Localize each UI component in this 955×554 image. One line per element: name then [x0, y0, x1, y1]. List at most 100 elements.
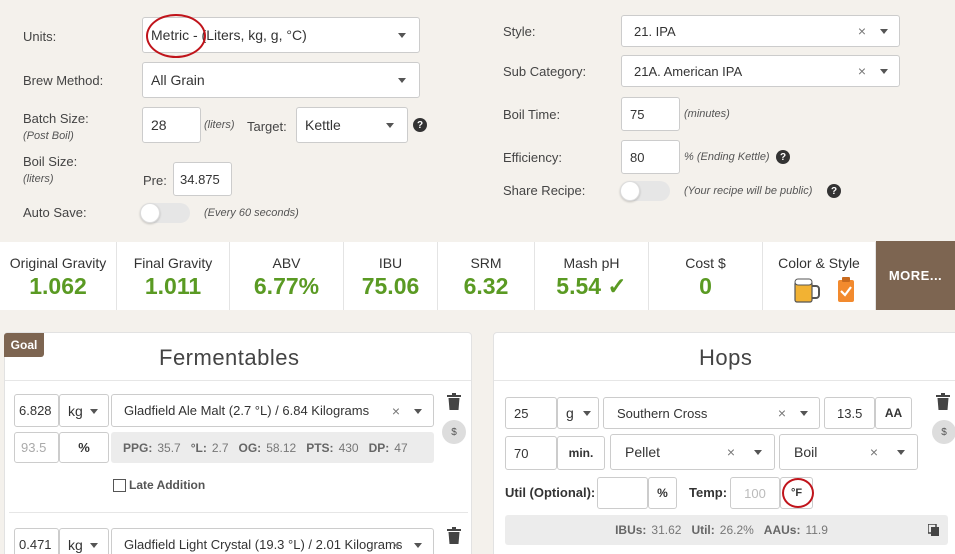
- fermentable-info-bar: PPG: 35.7 °L: 2.7 OG: 58.12 PTS: 430 DP: 47: [111, 432, 434, 463]
- clear-icon[interactable]: ×: [858, 64, 866, 78]
- stat-value: 1.062: [29, 273, 87, 299]
- efficiency-label: Efficiency:: [503, 150, 563, 165]
- stat-label: Cost $: [685, 255, 726, 271]
- chevron-down-icon: [414, 408, 422, 414]
- stat-ibu: IBU 75.06: [344, 242, 438, 310]
- style-select[interactable]: 21. IPA ×: [621, 15, 900, 47]
- beer-mug-icon: [794, 278, 820, 303]
- percent-symbol: %: [59, 432, 109, 463]
- stat-abv: ABV 6.77%: [230, 242, 344, 310]
- trash-icon[interactable]: [936, 393, 950, 410]
- clear-icon[interactable]: ×: [392, 538, 400, 552]
- help-icon[interactable]: ?: [827, 184, 841, 198]
- efficiency-input[interactable]: 80: [621, 140, 680, 174]
- fermentable-name-value: Gladfield Light Crystal (19.3 °L) / 2.01…: [124, 537, 403, 552]
- stat-value: 75.06: [361, 273, 420, 299]
- clear-icon[interactable]: ×: [858, 24, 866, 38]
- trash-icon[interactable]: [447, 527, 461, 544]
- hop-aa-input[interactable]: 13.5: [824, 397, 875, 429]
- goal-badge[interactable]: Goal: [4, 333, 44, 357]
- info-value: 2.7: [211, 440, 229, 455]
- help-icon[interactable]: ?: [776, 150, 790, 164]
- hop-info-bar: IBUs: 31.62 Util: 26.2% AAUs: 11.9: [505, 515, 948, 545]
- pre-boil-input[interactable]: 34.875: [173, 162, 232, 196]
- target-select[interactable]: Kettle: [296, 107, 408, 143]
- more-button[interactable]: MORE...: [876, 241, 955, 310]
- hops-title: Hops: [699, 345, 753, 370]
- util-label: Util (Optional):: [505, 485, 596, 500]
- info-value: 58.12: [266, 440, 297, 455]
- stat-mash-ph: Mash pH 5.54 ✓: [535, 242, 649, 310]
- util-input[interactable]: [597, 477, 648, 509]
- chevron-down-icon: [754, 450, 762, 455]
- clipboard-check-icon: [838, 277, 854, 302]
- clear-icon[interactable]: ×: [778, 406, 786, 420]
- color-style-icons: [794, 277, 854, 303]
- chevron-down-icon: [583, 411, 591, 416]
- stat-value: 0: [699, 273, 712, 299]
- help-icon[interactable]: ?: [413, 118, 427, 132]
- hop-unit-value: g: [566, 405, 574, 421]
- fermentable-name-select[interactable]: Gladfield Light Crystal (19.3 °L) / 2.01…: [111, 528, 434, 554]
- cost-dollar-icon[interactable]: $: [932, 420, 955, 444]
- fermentable-unit-select[interactable]: kg: [59, 528, 109, 554]
- info-key: DP:: [368, 440, 390, 455]
- clear-icon[interactable]: ×: [727, 445, 735, 459]
- info-key: Util:: [691, 523, 715, 537]
- chevron-down-icon: [414, 542, 422, 548]
- stat-label: ABV: [272, 255, 301, 271]
- chevron-down-icon: [90, 408, 98, 414]
- hop-use-value: Boil: [794, 444, 818, 460]
- chevron-down-icon: [398, 33, 406, 38]
- share-recipe-toggle[interactable]: [620, 181, 670, 201]
- hop-form-select[interactable]: Pellet ×: [610, 434, 775, 470]
- auto-save-toggle[interactable]: [140, 203, 190, 223]
- annotation-circle: [782, 478, 814, 508]
- info-key: IBUs:: [615, 523, 647, 537]
- clear-icon[interactable]: ×: [870, 445, 878, 459]
- hop-unit-select[interactable]: g: [557, 397, 599, 429]
- hop-amount-value: 25: [514, 405, 529, 421]
- trash-icon[interactable]: [447, 393, 461, 410]
- stat-color-style[interactable]: Color & Style: [763, 242, 876, 310]
- fermentable-amount-input[interactable]: 6.828: [14, 394, 59, 427]
- temp-input[interactable]: 100: [730, 477, 780, 509]
- fermentable-percent-input[interactable]: 93.5: [14, 432, 59, 463]
- fermentable-name-select[interactable]: Gladfield Ale Malt (2.7 °L) / 6.84 Kilog…: [111, 394, 434, 427]
- auto-save-label: Auto Save:: [23, 205, 87, 220]
- brew-method-select[interactable]: All Grain: [142, 62, 420, 98]
- pre-label: Pre:: [143, 173, 167, 188]
- fermentable-amount-value: 6.828: [19, 403, 52, 418]
- info-key: PPG:: [123, 440, 153, 455]
- boil-time-label: Boil Time:: [503, 107, 561, 122]
- efficiency-value: 80: [630, 149, 645, 165]
- hop-amount-input[interactable]: 25: [505, 397, 557, 429]
- fermentable-unit-value: kg: [68, 536, 83, 553]
- cost-dollar-icon[interactable]: $: [442, 420, 466, 444]
- late-addition-checkbox[interactable]: [113, 479, 126, 492]
- hop-variety-select[interactable]: Southern Cross ×: [603, 397, 820, 429]
- clear-icon[interactable]: ×: [392, 404, 400, 418]
- chevron-down-icon: [398, 78, 406, 83]
- sub-category-select[interactable]: 21A. American IPA ×: [621, 55, 900, 87]
- batch-size-unit: (liters): [204, 119, 235, 131]
- boil-size-label: Boil Size:: [23, 154, 78, 169]
- info-value: 47: [394, 440, 408, 455]
- divider: [5, 380, 471, 381]
- sub-category-value: 21A. American IPA: [634, 63, 743, 79]
- fermentable-amount-input[interactable]: 0.471: [14, 528, 59, 554]
- fermentable-unit-select[interactable]: kg: [59, 394, 109, 427]
- stat-value: 6.77%: [253, 273, 320, 299]
- fermentables-title: Fermentables: [159, 345, 300, 370]
- copy-icon[interactable]: [928, 524, 940, 537]
- batch-size-input[interactable]: 28: [142, 107, 201, 143]
- boil-time-input[interactable]: 75: [621, 97, 680, 131]
- hop-use-select[interactable]: Boil ×: [779, 434, 918, 470]
- batch-size-value: 28: [151, 117, 167, 133]
- stat-cost: Cost $ 0: [649, 242, 763, 310]
- chevron-down-icon: [90, 542, 98, 548]
- stat-value: 6.32: [463, 273, 509, 299]
- hop-time-input[interactable]: 70: [505, 436, 557, 470]
- stat-label: Final Gravity: [133, 255, 213, 271]
- annotation-circle: [146, 14, 206, 58]
